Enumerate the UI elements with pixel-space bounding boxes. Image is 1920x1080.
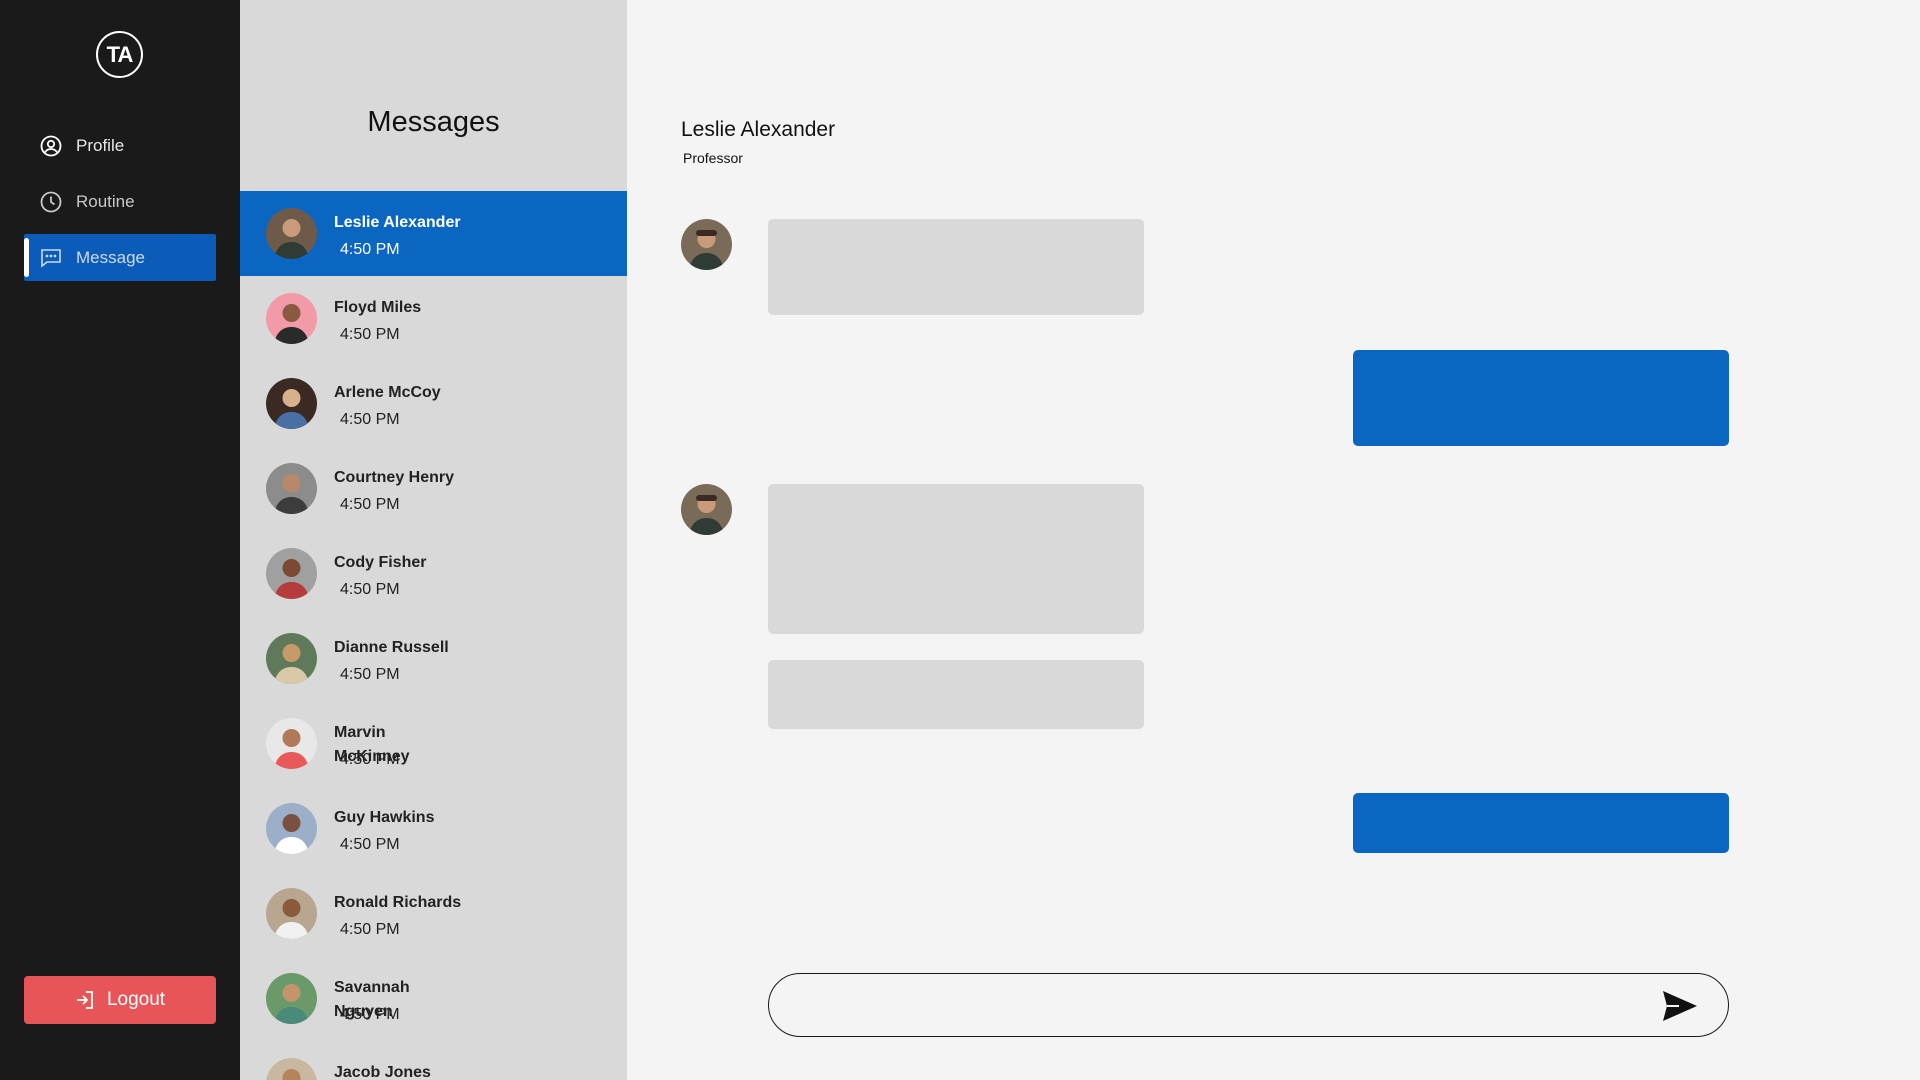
avatar	[266, 1058, 317, 1080]
message-composer	[768, 973, 1729, 1037]
message-bubble-incoming	[768, 219, 1144, 315]
avatar	[266, 888, 317, 939]
user-circle-icon	[40, 135, 62, 157]
logout-label: Logout	[106, 989, 166, 1010]
contact-time: 4:50 PM	[340, 496, 400, 513]
nav-item-message[interactable]: Message	[24, 234, 216, 281]
avatar	[266, 803, 317, 854]
chat-icon	[40, 247, 62, 269]
message-bubble-outgoing	[1353, 350, 1729, 446]
contact-name: Cody Fisher	[334, 554, 427, 571]
app-logo[interactable]: TA	[96, 31, 143, 78]
nav-item-profile[interactable]: Profile	[24, 122, 216, 169]
contact-name: Leslie Alexander	[334, 214, 461, 231]
avatar	[266, 378, 317, 429]
list-item[interactable]: Savannah Nguyen 4:50 PM	[240, 956, 627, 1041]
contact-name: Courtney Henry	[334, 469, 455, 486]
contact-time: 4:50 PM	[340, 666, 400, 683]
avatar	[266, 293, 317, 344]
message-bubble-outgoing	[1353, 793, 1729, 853]
login-arrow-icon	[75, 990, 95, 1010]
contact-time: 4:50 PM	[340, 581, 400, 598]
message-bubble-incoming	[768, 660, 1144, 729]
contact-time: 4:50 PM	[340, 1006, 400, 1023]
message-bubble-incoming	[768, 484, 1144, 634]
page-title: Messages	[367, 106, 500, 138]
avatar	[266, 633, 317, 684]
avatar	[266, 208, 317, 259]
contact-time: 4:50 PM	[340, 751, 400, 768]
avatar	[266, 463, 317, 514]
list-item[interactable]: Cody Fisher 4:50 PM	[240, 531, 627, 616]
nav-item-label: Profile	[76, 135, 125, 155]
sidebar: TA Profile Routine Message Logout	[0, 0, 240, 1080]
avatar	[266, 718, 317, 769]
contact-name: Dianne Russell	[334, 639, 449, 656]
nav-item-label: Message	[76, 247, 145, 267]
send-icon[interactable]	[1662, 990, 1698, 1022]
list-item[interactable]: Leslie Alexander 4:50 PM	[240, 191, 627, 276]
list-item[interactable]: Guy Hawkins 4:50 PM	[240, 786, 627, 871]
chat-contact-role: Professor	[683, 150, 743, 166]
contacts-panel: Messages Leslie Alexander 4:50 PM Floyd Mi…	[240, 0, 627, 1080]
contact-time: 4:50 PM	[340, 241, 400, 258]
contact-name: Jacob Jones	[334, 1064, 431, 1080]
message-input[interactable]	[797, 986, 1637, 1024]
contact-time: 4:50 PM	[340, 326, 400, 343]
list-item[interactable]: Ronald Richards 4:50 PM	[240, 871, 627, 956]
nav-item-routine[interactable]: Routine	[24, 178, 216, 225]
chat-contact-name: Leslie Alexander	[681, 118, 836, 141]
contact-time: 4:50 PM	[340, 836, 400, 853]
list-item[interactable]: Courtney Henry 4:50 PM	[240, 446, 627, 531]
list-item[interactable]: Jacob Jones	[240, 1041, 627, 1080]
list-item[interactable]: Arlene McCoy 4:50 PM	[240, 361, 627, 446]
list-item[interactable]: Floyd Miles 4:50 PM	[240, 276, 627, 361]
contact-time: 4:50 PM	[340, 411, 400, 428]
clock-icon	[40, 191, 62, 213]
contact-name: Guy Hawkins	[334, 809, 435, 826]
contact-time: 4:50 PM	[340, 921, 400, 938]
nav-item-label: Routine	[76, 191, 135, 211]
list-item[interactable]: Marvin McKinney 4:50 PM	[240, 701, 627, 786]
logout-button[interactable]: Logout	[24, 976, 216, 1024]
avatar	[266, 973, 317, 1024]
avatar	[266, 548, 317, 599]
contact-name: Ronald Richards	[334, 894, 462, 911]
avatar	[681, 484, 732, 535]
contact-name: Arlene McCoy	[334, 384, 441, 401]
list-item[interactable]: Dianne Russell 4:50 PM	[240, 616, 627, 701]
contact-name: Floyd Miles	[334, 299, 422, 316]
avatar	[681, 219, 732, 270]
